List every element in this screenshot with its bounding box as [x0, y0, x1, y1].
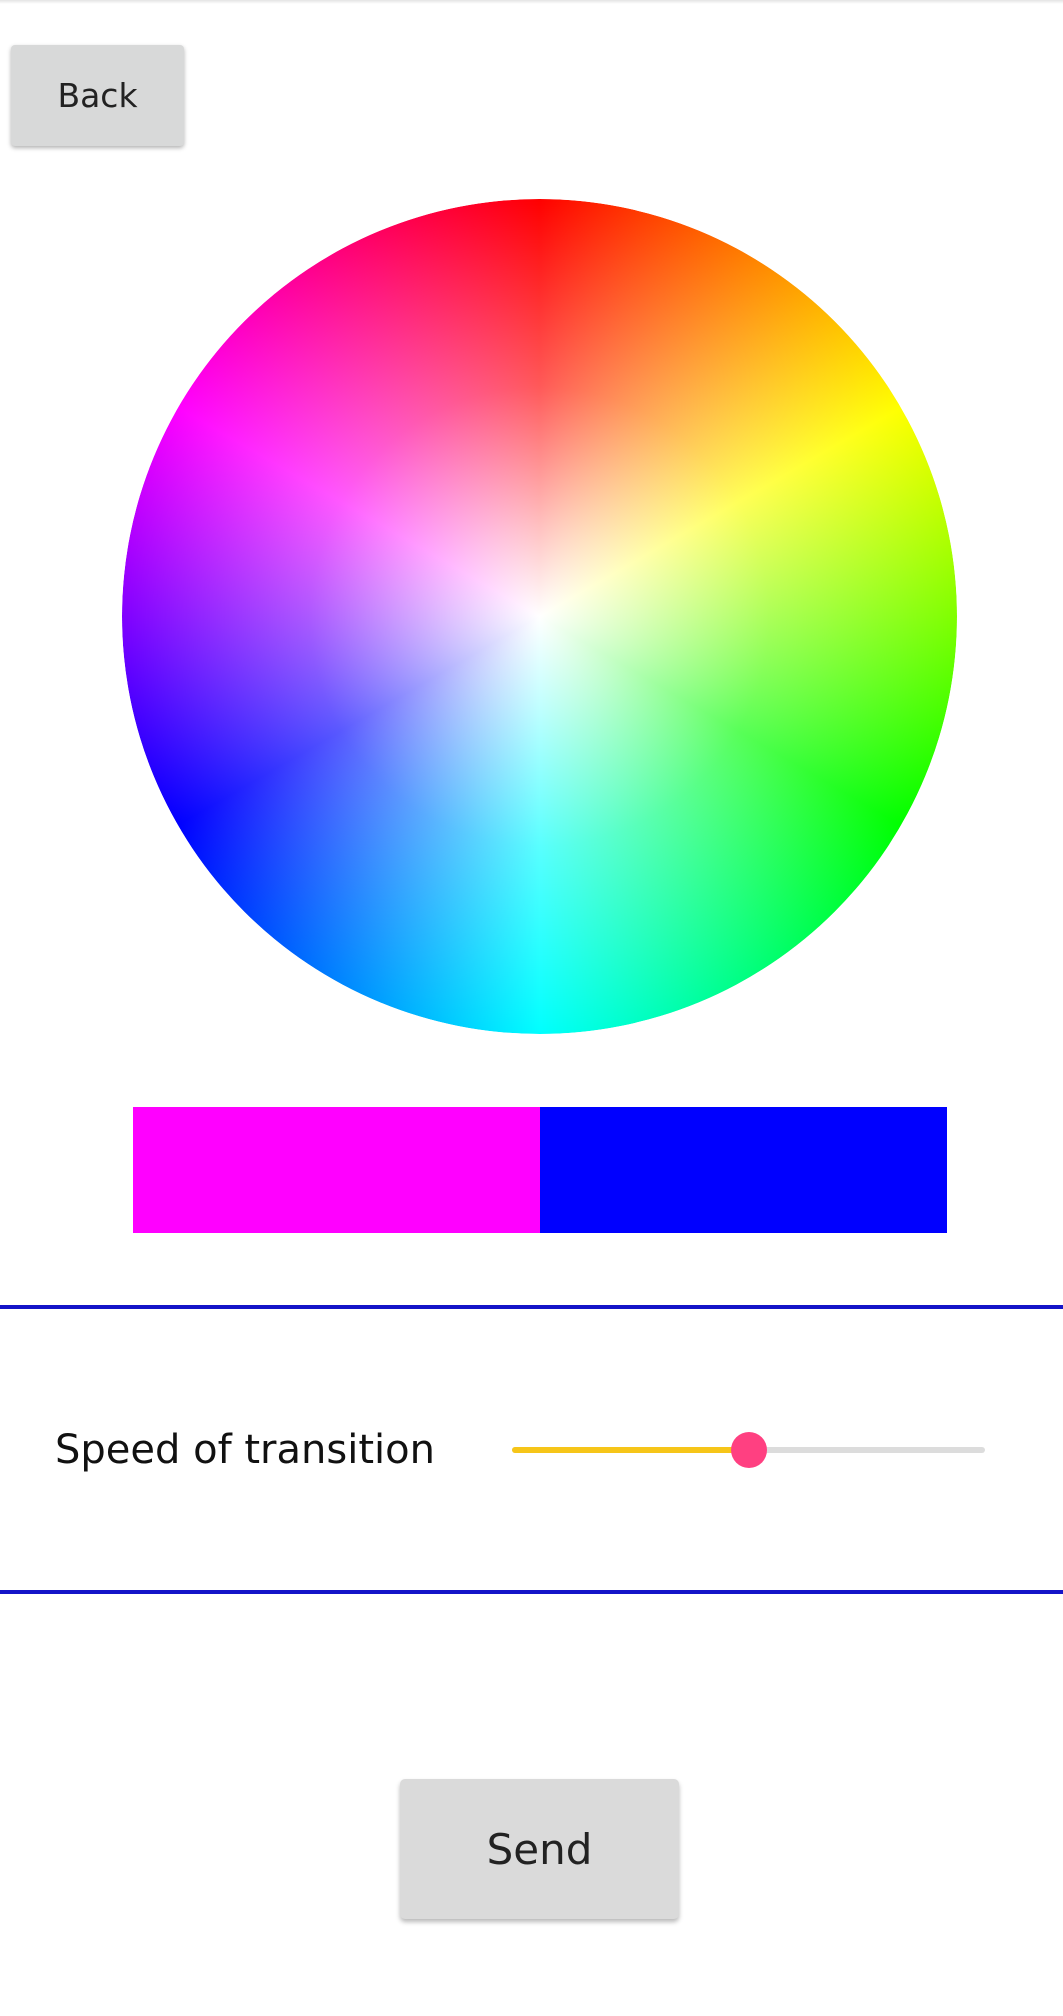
- speed-slider-thumb[interactable]: [730, 1432, 767, 1468]
- color-transition-screen: Back Speed of transition Send: [0, 0, 1063, 2016]
- selected-colors-bar: [133, 1107, 947, 1233]
- speed-of-transition-label: Speed of transition: [55, 1427, 435, 1473]
- back-button[interactable]: Back: [11, 45, 184, 146]
- color-wheel-saturation-layer: [122, 199, 957, 1034]
- send-button[interactable]: Send: [400, 1779, 679, 1919]
- color-wheel-picker[interactable]: [122, 199, 957, 1034]
- section-divider-top: [0, 1305, 1063, 1309]
- section-divider-bottom: [0, 1590, 1063, 1594]
- top-shadow: [0, 0, 1063, 4]
- color-swatch-end[interactable]: [540, 1107, 947, 1233]
- speed-slider-fill: [512, 1447, 749, 1453]
- color-swatch-start[interactable]: [133, 1107, 540, 1233]
- speed-slider[interactable]: [512, 1430, 985, 1470]
